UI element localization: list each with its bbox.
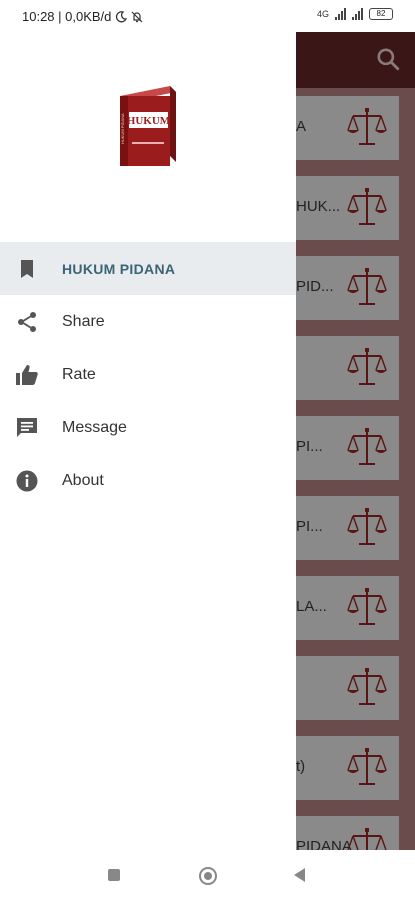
list-item[interactable]: PID...	[296, 256, 399, 320]
search-icon[interactable]	[375, 46, 401, 72]
app-logo: HUKUM HUKUM PIDANA	[116, 84, 180, 174]
navigation-drawer: HUKUM HUKUM PIDANA HUKUM PIDANA Share Ra…	[0, 30, 296, 850]
network-type: 4G	[316, 9, 329, 19]
menu-item-hukum-pidana[interactable]: HUKUM PIDANA	[0, 242, 296, 295]
list-item[interactable]	[296, 656, 399, 720]
background-app[interactable]: A HUK... PID... PI... PI... LA... t) PIDANA	[296, 30, 415, 850]
background-list: A HUK... PID... PI... PI... LA... t) PIDANA	[296, 96, 415, 850]
scales-of-justice-icon	[347, 188, 387, 225]
signal-icon-2	[352, 8, 363, 20]
list-item[interactable]: LA...	[296, 576, 399, 640]
list-item[interactable]: PIDANA	[296, 816, 399, 850]
status-left: 10:28 | 0,0KB/d	[22, 9, 143, 24]
logo-title: HUKUM	[127, 115, 171, 127]
menu-item-share[interactable]: Share	[0, 295, 296, 348]
drawer-menu: HUKUM PIDANA Share Rate Message About	[0, 242, 296, 507]
list-item-label: LA...	[296, 598, 327, 615]
signal-icon	[335, 8, 346, 20]
list-item-label: PI...	[296, 518, 323, 535]
recents-button[interactable]	[108, 869, 120, 881]
list-item[interactable]: PI...	[296, 496, 399, 560]
scales-of-justice-icon	[347, 428, 387, 465]
menu-label-hukum-pidana: HUKUM PIDANA	[62, 260, 176, 277]
menu-item-rate[interactable]: Rate	[0, 348, 296, 401]
scales-of-justice-icon	[347, 508, 387, 545]
status-right: 4G 82	[317, 8, 393, 20]
scales-of-justice-icon	[347, 748, 387, 785]
scales-of-justice-icon	[347, 828, 387, 850]
bell-off-icon	[131, 11, 143, 22]
list-item-label: A	[296, 118, 307, 135]
menu-item-about[interactable]: About	[0, 454, 296, 507]
scales-of-justice-icon	[347, 588, 387, 625]
menu-label-rate: Rate	[62, 365, 96, 383]
share-icon	[18, 312, 36, 332]
list-item-label: HUK...	[296, 198, 341, 215]
menu-label-message: Message	[62, 418, 127, 436]
menu-item-message[interactable]: Message	[0, 401, 296, 454]
list-item-label: PI...	[296, 438, 323, 455]
list-item[interactable]: A	[296, 96, 399, 160]
info-icon	[16, 470, 38, 492]
moon-icon	[116, 10, 128, 22]
scales-of-justice-icon	[347, 668, 387, 705]
back-button[interactable]	[294, 868, 305, 882]
menu-label-about: About	[62, 471, 104, 489]
list-item-label: t)	[296, 758, 306, 775]
message-icon	[17, 418, 37, 437]
list-item-label: PIDANA	[296, 838, 352, 850]
bookmark-icon	[21, 260, 33, 278]
logo-spine: HUKUM PIDANA	[120, 113, 125, 144]
scales-of-justice-icon	[347, 348, 387, 385]
status-bar: 10:28 | 0,0KB/d 4G 82	[0, 0, 415, 32]
list-item-label: PID...	[296, 278, 334, 295]
thumb-up-icon	[16, 365, 38, 385]
menu-label-share: Share	[62, 312, 105, 330]
status-time: 10:28 | 0,0KB/d	[22, 9, 112, 24]
battery-icon: 82	[369, 8, 393, 20]
system-nav-bar	[0, 850, 415, 900]
scales-of-justice-icon	[347, 268, 387, 305]
list-item[interactable]: HUK...	[296, 176, 399, 240]
list-item[interactable]: PI...	[296, 416, 399, 480]
scales-of-justice-icon	[347, 108, 387, 145]
app-toolbar	[296, 30, 415, 88]
list-item[interactable]	[296, 336, 399, 400]
list-item[interactable]: t)	[296, 736, 399, 800]
home-button[interactable]	[199, 867, 217, 885]
